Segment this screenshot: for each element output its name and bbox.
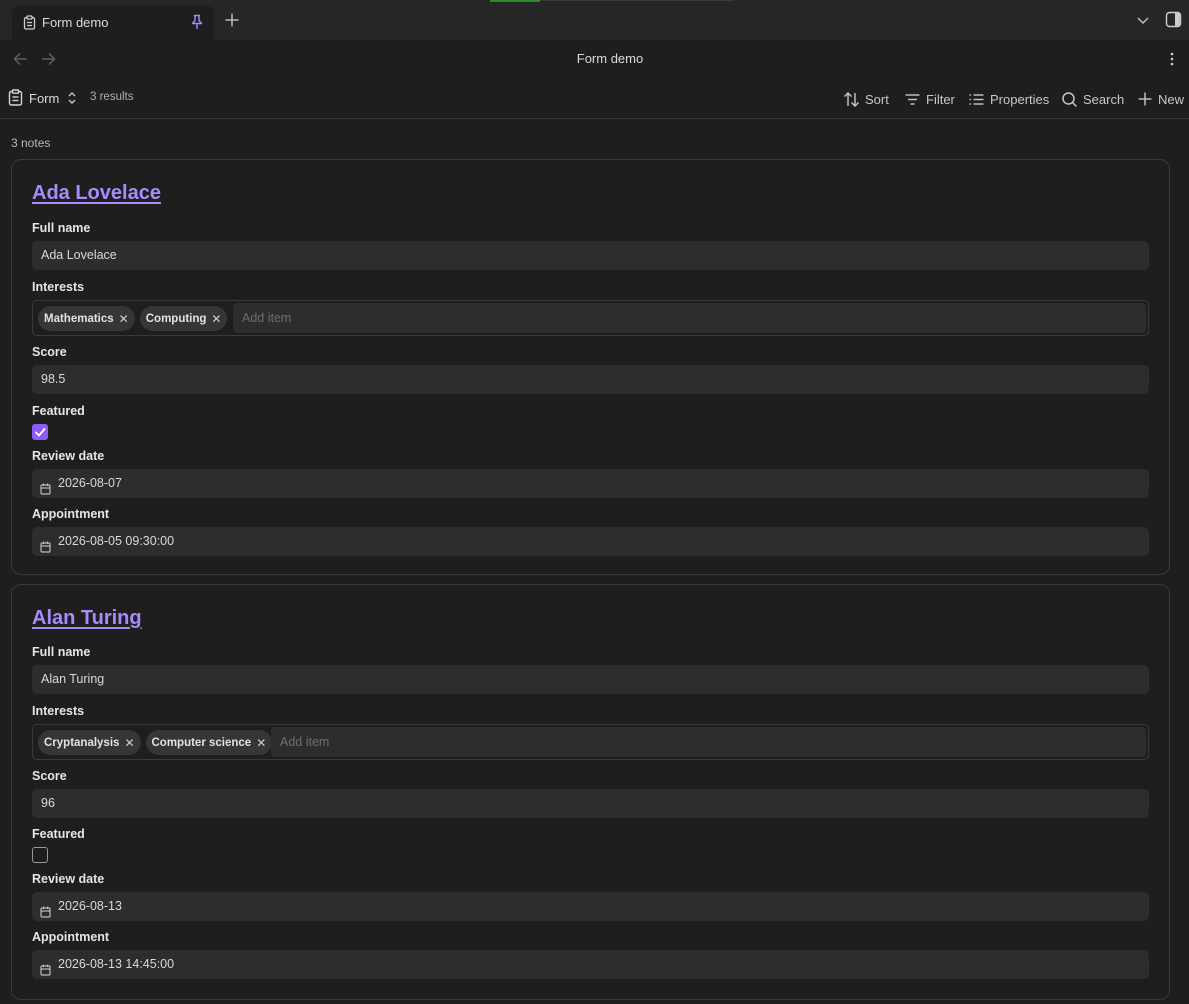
review-date-label: Review date	[32, 449, 105, 463]
review-date-value: 2026-08-07	[58, 476, 122, 490]
review-date-label: Review date	[32, 872, 105, 886]
calendar-icon	[40, 477, 51, 506]
new-label: New	[1158, 91, 1185, 107]
tab-bar: Form demo	[0, 0, 1189, 40]
interests-field[interactable]: Cryptanalysis ✕ Computer science ✕ Add ite…	[32, 724, 1149, 760]
clipboard-icon	[23, 15, 36, 35]
calendar-icon	[40, 535, 51, 564]
pin-icon[interactable]	[190, 14, 204, 35]
tab-title: Form demo	[42, 15, 109, 30]
nav-bar: Form demo	[0, 40, 1189, 78]
new-tab-button[interactable]	[224, 12, 240, 33]
review-date-field[interactable]: 2026-08-07	[32, 469, 1149, 498]
note-header-title[interactable]: Form demo	[0, 51, 1189, 66]
interests-label: Interests	[32, 280, 85, 294]
sort-button[interactable]: Sort	[843, 89, 889, 109]
remove-icon[interactable]: ✕	[124, 736, 134, 750]
results-count: 3 results	[90, 91, 134, 103]
interest-pill-label: Computer science	[151, 736, 252, 749]
search-button[interactable]: Search	[1061, 89, 1124, 109]
properties-button[interactable]: Properties	[968, 89, 1049, 109]
calendar-icon	[40, 900, 51, 929]
calendar-icon	[40, 958, 51, 987]
appointment-label: Appointment	[32, 507, 110, 521]
interests-field[interactable]: Mathematics ✕ Computing ✕ Add item	[32, 300, 1149, 336]
appointment-label: Appointment	[32, 930, 110, 944]
note-title-link[interactable]: Alan Turing	[32, 607, 142, 630]
interest-pill[interactable]: Computer science ✕	[145, 730, 273, 755]
new-button[interactable]: New	[1137, 89, 1184, 109]
interest-pill[interactable]: Mathematics ✕	[38, 306, 135, 331]
appointment-field[interactable]: 2026-08-05 09:30:00	[32, 527, 1149, 556]
note-card: Ada Lovelace Full name Ada Lovelace Inte…	[11, 159, 1170, 575]
review-date-field[interactable]: 2026-08-13	[32, 892, 1149, 921]
remove-icon[interactable]: ✕	[256, 736, 266, 750]
filter-icon	[905, 93, 920, 105]
notes-count: 3 notes	[11, 136, 51, 150]
appointment-value: 2026-08-05 09:30:00	[58, 534, 175, 548]
filter-label: Filter	[926, 91, 955, 107]
progress-indicator	[490, 0, 540, 2]
score-field[interactable]: 96	[32, 789, 1149, 818]
full-name-field[interactable]: Ada Lovelace	[32, 241, 1149, 270]
appointment-value: 2026-08-13 14:45:00	[58, 957, 175, 971]
check-icon	[35, 428, 46, 437]
score-field[interactable]: 98.5	[32, 365, 1149, 394]
note-title-link[interactable]: Ada Lovelace	[32, 182, 161, 205]
remove-icon[interactable]: ✕	[119, 312, 129, 326]
add-item-input[interactable]: Add item	[271, 727, 1146, 757]
plus-icon	[1138, 92, 1152, 106]
remove-icon[interactable]: ✕	[211, 312, 221, 326]
interest-pill-label: Computing	[145, 312, 207, 325]
properties-label: Properties	[990, 91, 1050, 107]
search-label: Search	[1083, 91, 1125, 107]
featured-checkbox[interactable]	[32, 847, 48, 863]
featured-label: Featured	[32, 404, 85, 418]
base-toolbar: Form 3 results Sort Filter Properties Se…	[0, 78, 1189, 119]
filter-button[interactable]: Filter	[904, 89, 955, 109]
tab-form-demo[interactable]: Form demo	[12, 6, 214, 40]
more-options-icon[interactable]	[1165, 51, 1179, 72]
review-date-value: 2026-08-13	[58, 899, 122, 913]
note-card: Alan Turing Full name Alan Turing Intere…	[11, 584, 1170, 1000]
full-name-label: Full name	[32, 221, 91, 235]
score-label: Score	[32, 769, 67, 783]
sort-label: Sort	[865, 91, 889, 107]
add-item-input[interactable]: Add item	[233, 303, 1146, 333]
sidebar-toggle-icon[interactable]	[1165, 11, 1182, 33]
full-name-label: Full name	[32, 645, 91, 659]
chevron-updown-icon[interactable]	[66, 90, 78, 111]
appointment-field[interactable]: 2026-08-13 14:45:00	[32, 950, 1149, 979]
search-icon	[1062, 91, 1078, 107]
interest-pill[interactable]: Computing ✕	[139, 306, 228, 331]
clipboard-icon	[8, 89, 23, 111]
list-icon	[969, 93, 984, 105]
featured-checkbox[interactable]	[32, 424, 48, 440]
full-name-field[interactable]: Alan Turing	[32, 665, 1149, 694]
sort-icon	[844, 91, 859, 107]
interest-pill-label: Mathematics	[44, 312, 114, 325]
chevron-down-icon[interactable]	[1136, 13, 1150, 32]
featured-label: Featured	[32, 827, 85, 841]
interest-pill[interactable]: Cryptanalysis ✕	[38, 730, 141, 755]
score-label: Score	[32, 345, 67, 359]
interests-label: Interests	[32, 704, 85, 718]
view-selector-label[interactable]: Form	[29, 91, 59, 106]
interest-pill-label: Cryptanalysis	[44, 736, 120, 749]
